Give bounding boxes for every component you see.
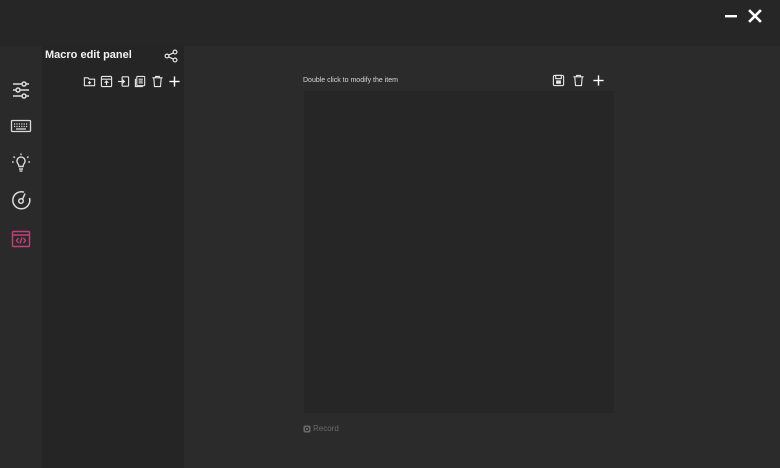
macro-event-list[interactable] [304,91,614,413]
delete-button[interactable] [150,74,164,88]
record-icon [303,425,311,432]
share-icon [164,49,178,63]
plus-icon [592,74,604,86]
macro-editor-area: Double click to modify the item Record [184,46,780,468]
minimize-button[interactable] [721,6,741,26]
macro-list-panel: Macro edit panel [42,46,184,468]
sidebar-item-settings[interactable] [8,77,34,103]
close-button[interactable] [745,6,765,26]
editor-toolbar [551,73,605,87]
import-icon [100,75,112,87]
panel-title: Macro edit panel [45,49,132,61]
sliders-icon [13,81,29,99]
save-button[interactable] [551,73,565,87]
import-button[interactable] [99,74,113,88]
copy-button[interactable] [133,74,147,88]
folder-plus-icon [83,76,95,86]
macro-toolbar [82,74,181,88]
sidebar-item-keyboard[interactable] [8,113,34,139]
delete-item-button[interactable] [571,73,585,87]
gauge-icon [12,191,31,210]
plus-icon [168,75,180,87]
record-label: Record [313,424,339,433]
record-button[interactable]: Record [303,424,339,433]
close-icon [748,9,762,23]
sidebar-item-performance[interactable] [8,187,34,213]
export-icon [117,75,129,87]
add-button[interactable] [167,74,181,88]
copy-icon [134,75,145,87]
title-bar [0,0,780,46]
share-button[interactable] [164,49,178,63]
minimize-icon [725,15,737,18]
keyboard-icon [10,119,32,133]
editor-hint: Double click to modify the item [303,77,398,84]
sidebar-item-lighting[interactable] [8,150,34,176]
trash-icon [151,75,163,87]
export-button[interactable] [116,74,130,88]
new-folder-button[interactable] [82,74,96,88]
lightbulb-icon [12,153,30,172]
code-window-icon [11,230,31,248]
trash-icon [572,74,584,86]
sidebar [0,46,42,468]
add-item-button[interactable] [591,73,605,87]
save-icon [552,74,564,86]
sidebar-item-macro[interactable] [8,226,34,252]
